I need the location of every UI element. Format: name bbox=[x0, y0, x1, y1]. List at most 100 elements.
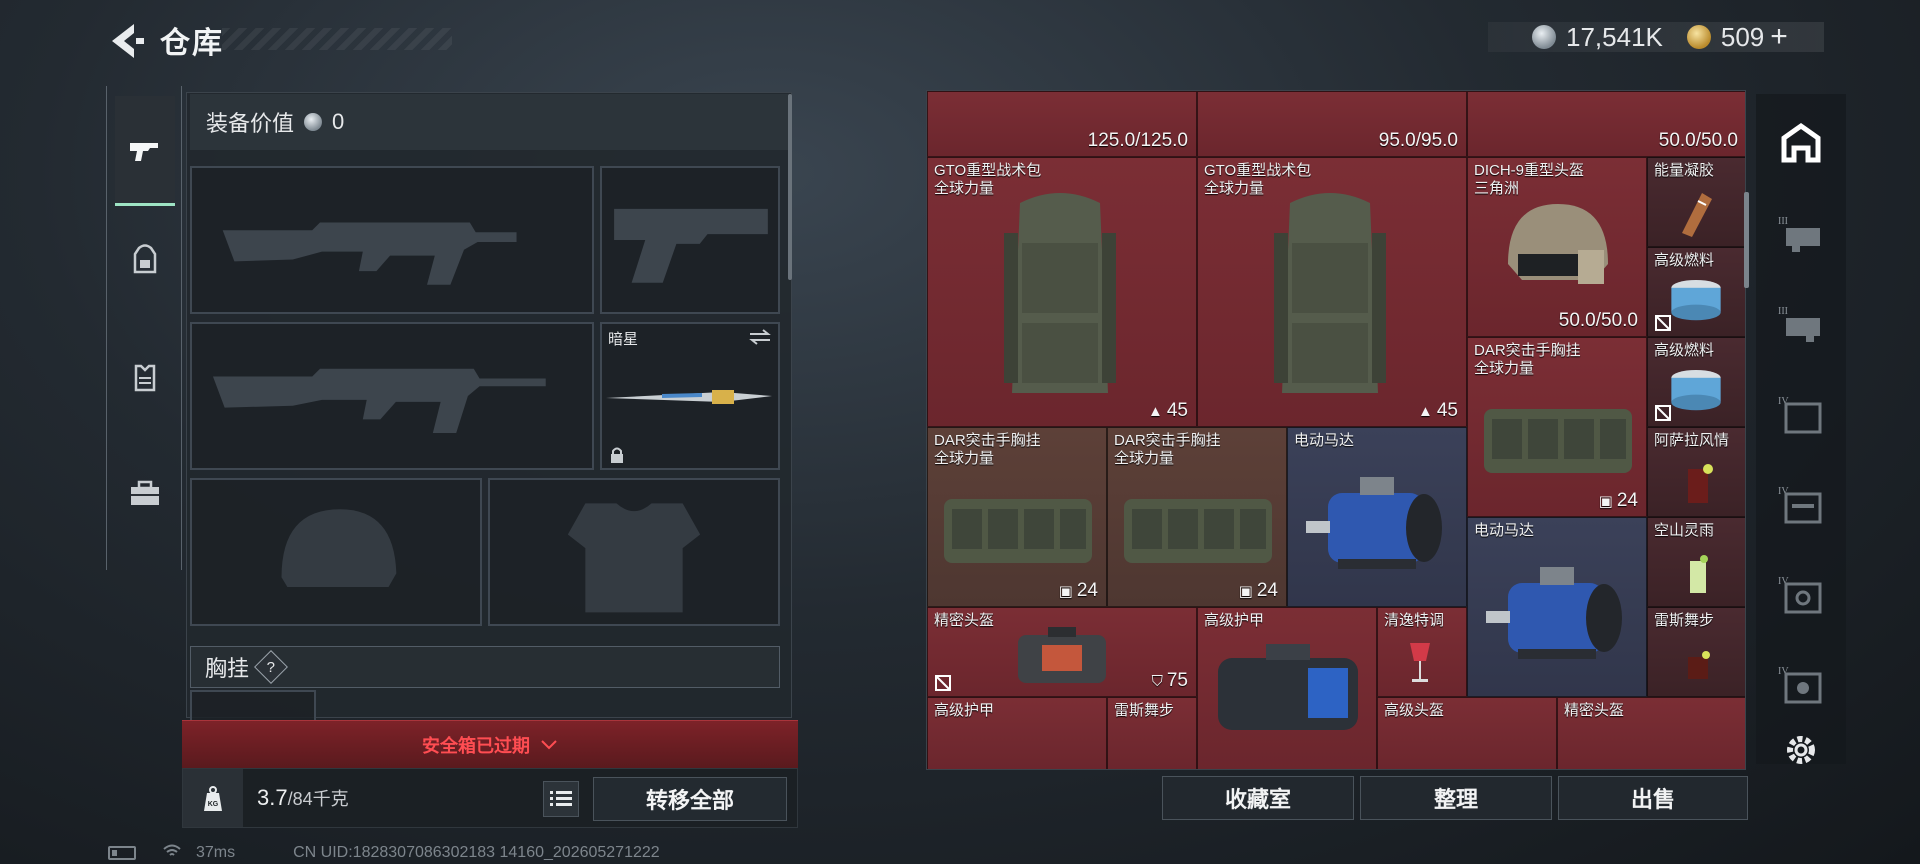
secondary-weapon-slot[interactable] bbox=[190, 322, 594, 470]
item-name: DAR突击手胸挂 全球力量 bbox=[1474, 342, 1581, 377]
electric-motor-icon bbox=[1306, 477, 1442, 569]
category-tier4-safe[interactable]: IV bbox=[1756, 558, 1846, 628]
storage-item[interactable]: 精密头盔 bbox=[1557, 697, 1745, 769]
chevron-down-icon bbox=[541, 739, 557, 749]
sell-button[interactable]: 出售 bbox=[1558, 776, 1748, 820]
storage-scrollbar[interactable] bbox=[1744, 192, 1749, 288]
list-icon bbox=[550, 791, 572, 806]
item-durability: 50.0/50.0 bbox=[1658, 130, 1738, 151]
collection-room-button[interactable]: 收藏室 bbox=[1162, 776, 1354, 820]
tab-toolbox[interactable] bbox=[115, 438, 175, 548]
storage-item[interactable]: 电动马达 bbox=[1287, 427, 1467, 607]
knife-icon bbox=[606, 390, 772, 404]
status-bar: 37ms CN UID:1828307086302183 14160_20260… bbox=[108, 844, 660, 862]
storage-item[interactable]: 阿萨拉风情 bbox=[1647, 427, 1745, 517]
item-capacity: ▣ 24 bbox=[1058, 580, 1098, 601]
category-tier4-vest[interactable]: IV bbox=[1756, 468, 1846, 538]
pistol-silhouette-icon bbox=[614, 208, 768, 283]
equipment-case-icon bbox=[1018, 627, 1106, 683]
cocktail-glass-icon bbox=[1690, 555, 1708, 593]
melee-slot[interactable]: 暗星 bbox=[600, 322, 780, 470]
storage-item[interactable]: 高级护甲 bbox=[927, 697, 1107, 769]
energy-gel-icon bbox=[1682, 193, 1712, 237]
category-tier3-armor[interactable]: III bbox=[1756, 288, 1846, 358]
safe-box-expired-banner[interactable]: 安全箱已过期 bbox=[182, 720, 798, 768]
item-name: 高级护甲 bbox=[934, 702, 995, 719]
tab-weapons[interactable] bbox=[115, 96, 175, 206]
vest-badge-icon: ▣ bbox=[1058, 583, 1073, 600]
melee-name: 暗星 bbox=[608, 331, 639, 348]
weight-current: 3.7 bbox=[257, 785, 288, 810]
storage-item[interactable]: GTO重型战术包 全球力量 ▲ 45 bbox=[1197, 157, 1467, 427]
help-icon: ? bbox=[266, 658, 276, 676]
settings-button[interactable] bbox=[1756, 720, 1846, 780]
storage-item[interactable]: 雷斯舞步 bbox=[1647, 607, 1745, 697]
storage-item[interactable]: 高级护甲 bbox=[1197, 607, 1377, 769]
storage-item[interactable]: 高级燃料 bbox=[1647, 247, 1745, 337]
storage-item[interactable]: 精密头盔 ⛉ 75 bbox=[927, 607, 1197, 697]
wifi-icon bbox=[162, 844, 182, 863]
swap-icon[interactable] bbox=[748, 328, 772, 346]
cocktail-glass-icon bbox=[1688, 464, 1713, 503]
back-arrow-icon bbox=[112, 24, 144, 58]
storage-item[interactable]: DAR突击手胸挂 全球力量 ▣ 24 bbox=[1107, 427, 1287, 607]
armor-slot[interactable] bbox=[488, 478, 780, 626]
back-button[interactable] bbox=[104, 18, 150, 64]
chest-rig-slot[interactable] bbox=[190, 690, 316, 720]
help-button[interactable]: ? bbox=[254, 650, 288, 684]
item-name: DAR突击手胸挂 全球力量 bbox=[934, 432, 1041, 467]
no-trade-icon bbox=[1655, 315, 1671, 331]
tab-vest[interactable] bbox=[115, 322, 175, 432]
side-tab-bar bbox=[106, 86, 182, 570]
vest-icon bbox=[134, 364, 156, 392]
storage-item[interactable]: 电动马达 bbox=[1467, 517, 1647, 697]
chest-rig-icon bbox=[1124, 499, 1272, 563]
primary-weapon-slot[interactable] bbox=[190, 166, 594, 314]
fuel-can-icon bbox=[1671, 369, 1721, 411]
storage-item-top-1[interactable]: 125.0/125.0 bbox=[927, 91, 1197, 157]
category-tier4-backpack[interactable]: IV bbox=[1756, 378, 1846, 448]
storage-item[interactable]: 雷斯舞步 bbox=[1107, 697, 1197, 769]
item-name: 能量凝胶 bbox=[1654, 162, 1715, 179]
storage-item[interactable]: DAR突击手胸挂 全球力量 ▣ 24 bbox=[1467, 337, 1647, 517]
armor-category-icon: III bbox=[1778, 306, 1820, 342]
list-view-button[interactable] bbox=[543, 781, 579, 817]
svg-text:KG: KG bbox=[208, 801, 219, 808]
item-name: 空山灵雨 bbox=[1654, 522, 1715, 539]
tab-backpack[interactable] bbox=[115, 204, 175, 314]
sort-button[interactable]: 整理 bbox=[1360, 776, 1552, 820]
vest-category-icon: IV bbox=[1778, 486, 1822, 524]
storage-item[interactable]: 高级燃料 bbox=[1647, 337, 1745, 427]
loadout-scrollbar[interactable] bbox=[788, 94, 792, 280]
transfer-all-button[interactable]: 转移全部 bbox=[593, 777, 787, 821]
storage-item[interactable]: DICH-9重型头盔 三角洲 50.0/50.0 bbox=[1467, 157, 1647, 337]
electric-motor-icon bbox=[1486, 567, 1622, 659]
storage-item[interactable]: 清逸特调 bbox=[1377, 607, 1467, 697]
expired-text: 安全箱已过期 bbox=[422, 735, 530, 756]
item-name: 高级燃料 bbox=[1654, 342, 1715, 359]
storage-item[interactable]: 空山灵雨 bbox=[1647, 517, 1745, 607]
armor-case-icon bbox=[1218, 644, 1358, 730]
storage-item-top-3[interactable]: 50.0/50.0 bbox=[1467, 91, 1745, 157]
storage-item[interactable]: DAR突击手胸挂 全球力量 ▣ 24 bbox=[927, 427, 1107, 607]
carry-weight: 3.7/84千克 bbox=[257, 785, 349, 811]
item-name: DICH-9重型头盔 三角洲 bbox=[1474, 162, 1585, 197]
chest-rig-header: 胸挂 ? bbox=[190, 646, 780, 688]
shield-badge-icon: ⛉ bbox=[1151, 673, 1163, 690]
storage-item[interactable]: 能量凝胶 bbox=[1647, 157, 1745, 247]
helmet-slot[interactable] bbox=[190, 478, 482, 626]
storage-item[interactable]: GTO重型战术包 全球力量 ▲ 45 bbox=[927, 157, 1197, 427]
backpack-badge-icon: ▲ bbox=[1418, 403, 1433, 420]
category-home[interactable] bbox=[1756, 108, 1846, 178]
pistol-slot[interactable] bbox=[600, 166, 780, 314]
add-gold-button[interactable]: + bbox=[1770, 20, 1788, 54]
storage-item-top-2[interactable]: 95.0/95.0 bbox=[1197, 91, 1467, 157]
category-tier3-helmet[interactable]: III bbox=[1756, 198, 1846, 268]
tactical-backpack-icon bbox=[1274, 193, 1386, 393]
weight-icon: KG bbox=[183, 769, 243, 827]
storage-item[interactable]: 高级头盔 bbox=[1377, 697, 1557, 769]
silver-amount: 17,541K bbox=[1566, 21, 1663, 52]
category-tier4-case[interactable]: IV bbox=[1756, 648, 1846, 718]
category-bar: III III IV IV IV IV bbox=[1756, 94, 1846, 764]
item-name: 清逸特调 bbox=[1384, 612, 1445, 629]
